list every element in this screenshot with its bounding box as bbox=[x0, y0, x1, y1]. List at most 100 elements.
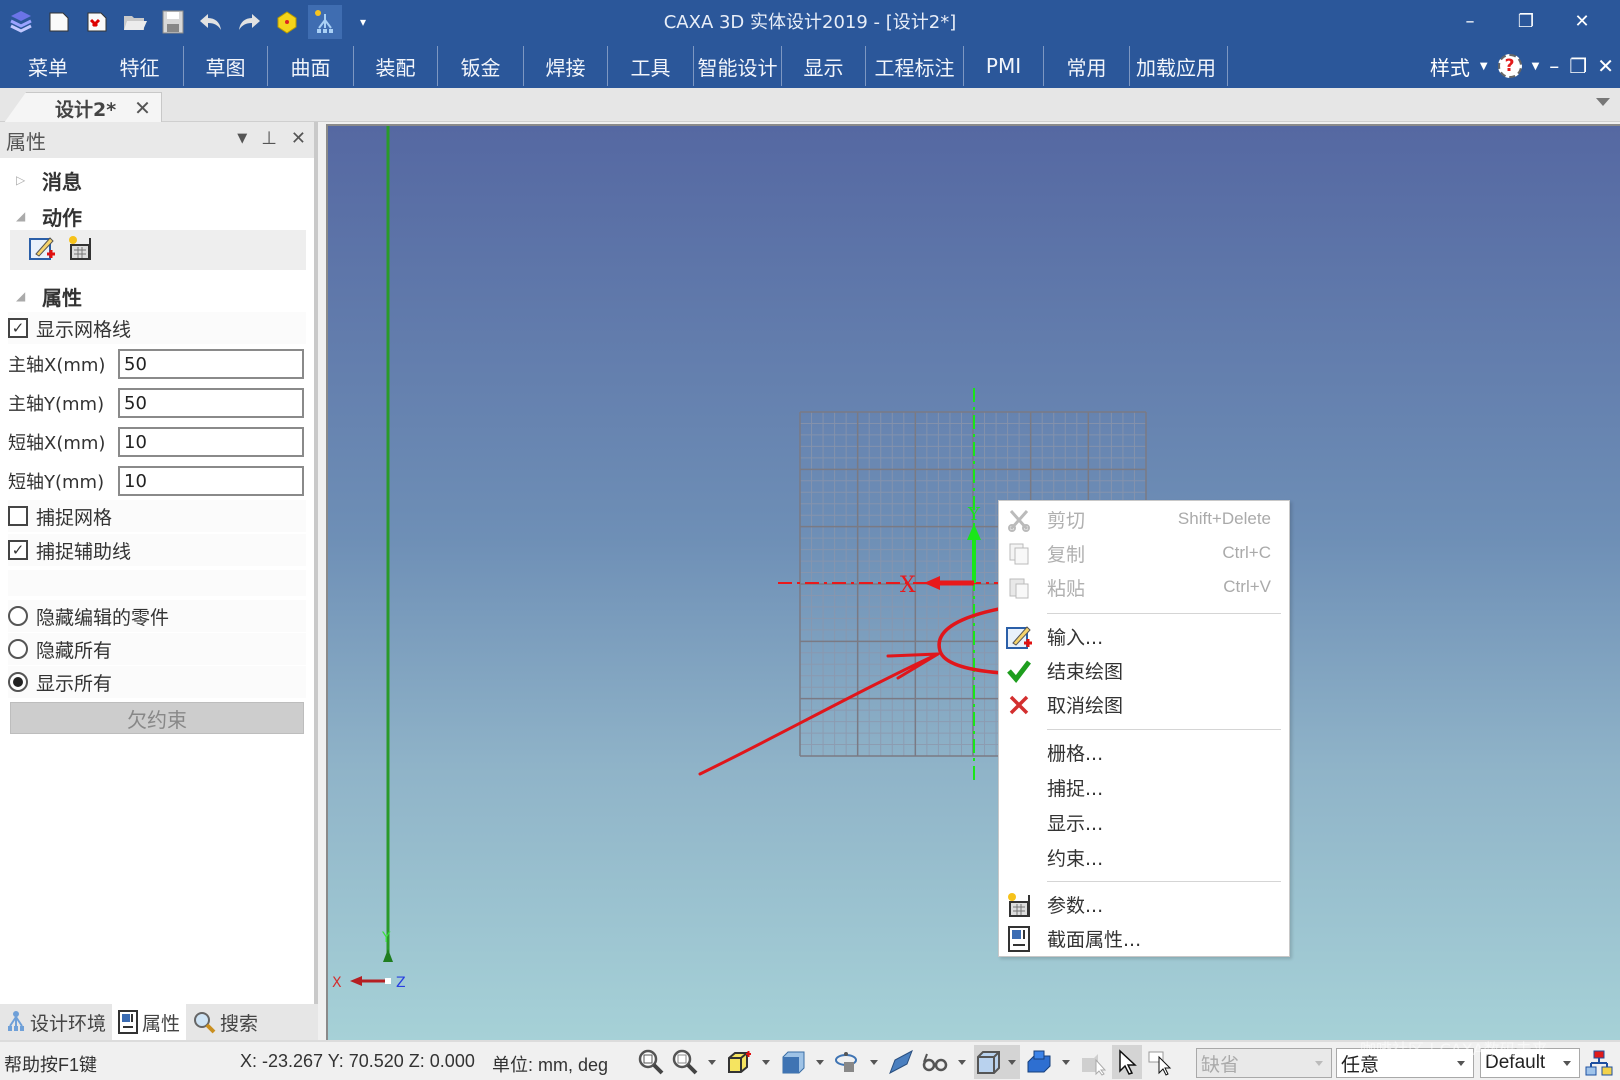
section-view-button[interactable] bbox=[886, 1045, 916, 1079]
close-button[interactable]: ✕ bbox=[1554, 4, 1610, 38]
new-drawing-button[interactable] bbox=[80, 5, 114, 39]
snap-grid-row[interactable]: 捕捉网格 bbox=[8, 500, 306, 532]
show-grid-checkbox[interactable]: ✓ bbox=[8, 318, 28, 338]
hide-all-radio[interactable] bbox=[8, 639, 28, 659]
redo-button[interactable] bbox=[232, 5, 266, 39]
major-y-input[interactable] bbox=[118, 388, 304, 418]
design-tree-button[interactable] bbox=[308, 5, 342, 39]
ribbon-tab-welding[interactable]: 焊接 bbox=[524, 46, 608, 86]
show-grid-row[interactable]: ✓ 显示网格线 bbox=[8, 312, 306, 344]
document-tab[interactable]: 设计2* ✕ bbox=[4, 92, 162, 123]
mdi-minimize-button[interactable]: – bbox=[1549, 54, 1559, 78]
standard-view-button[interactable] bbox=[778, 1045, 808, 1079]
ribbon-tab-tools[interactable]: 工具 bbox=[608, 46, 694, 86]
minimize-button[interactable]: – bbox=[1442, 4, 1498, 38]
component-button[interactable] bbox=[270, 5, 304, 39]
zoom-dropdown-icon[interactable] bbox=[708, 1059, 716, 1065]
input-sketch-action-button[interactable] bbox=[28, 234, 56, 267]
ribbon-tab-sketch[interactable]: 草图 bbox=[184, 46, 268, 86]
help-icon[interactable]: ? bbox=[1497, 54, 1522, 78]
camera-button[interactable] bbox=[832, 1045, 862, 1079]
section-message[interactable]: ▷ 消息 bbox=[16, 164, 82, 196]
panel-dropdown-icon[interactable]: ▼ bbox=[237, 131, 247, 146]
help-caret-icon[interactable]: ▼ bbox=[1532, 61, 1540, 72]
pick-filter-button[interactable] bbox=[1078, 1045, 1108, 1079]
parameters-action-button[interactable] bbox=[66, 234, 94, 267]
snap-guides-checkbox[interactable]: ✓ bbox=[8, 540, 28, 560]
restore-button[interactable]: ❐ bbox=[1498, 4, 1554, 38]
ribbon-tab-surface[interactable]: 曲面 bbox=[268, 46, 354, 86]
glasses-dropdown-icon[interactable] bbox=[958, 1059, 966, 1065]
menu-item-cut[interactable]: 剪切 Shift+Delete bbox=[999, 502, 1289, 536]
ribbon-tab-features[interactable]: 特征 bbox=[96, 46, 184, 86]
tab-design-environment[interactable]: 设计环境 bbox=[0, 1004, 112, 1040]
minor-y-input[interactable] bbox=[118, 466, 304, 496]
panel-close-icon[interactable]: ✕ bbox=[291, 128, 306, 149]
menu-item-input[interactable]: 输入... bbox=[999, 619, 1289, 653]
ribbon-tab-assembly[interactable]: 装配 bbox=[354, 46, 438, 86]
ribbon-tab-pmi[interactable]: PMI bbox=[964, 46, 1044, 86]
menu-item-label: 输入... bbox=[1047, 626, 1104, 649]
menu-item-copy[interactable]: 复制 Ctrl+C bbox=[999, 536, 1289, 570]
section-properties[interactable]: ◢ 属性 bbox=[16, 280, 82, 312]
display-mode-dropdown-icon[interactable] bbox=[1062, 1059, 1070, 1065]
mdi-close-button[interactable]: ✕ bbox=[1597, 54, 1614, 78]
major-x-input[interactable] bbox=[118, 349, 304, 379]
select-pointer-button[interactable] bbox=[1112, 1045, 1142, 1079]
minor-x-input[interactable] bbox=[118, 427, 304, 457]
ribbon-tab-load-apps[interactable]: 加载应用 bbox=[1130, 46, 1228, 86]
zoom-window-button[interactable] bbox=[670, 1045, 700, 1079]
ribbon-tab-common[interactable]: 常用 bbox=[1044, 46, 1130, 86]
undo-button[interactable] bbox=[194, 5, 228, 39]
show-all-radio[interactable] bbox=[8, 672, 28, 692]
box-select-button[interactable] bbox=[1146, 1045, 1176, 1079]
menu-item-snap[interactable]: 捕捉... bbox=[999, 770, 1289, 804]
hide-edited-parts-label: 隐藏编辑的零件 bbox=[36, 606, 170, 629]
tab-search[interactable]: 搜索 bbox=[186, 1004, 264, 1040]
hide-edited-parts-row[interactable]: 隐藏编辑的零件 bbox=[8, 600, 306, 632]
view-point-dropdown-icon[interactable] bbox=[762, 1059, 770, 1065]
menu-item-finish-sketch[interactable]: 结束绘图 bbox=[999, 653, 1289, 687]
menu-item-section-properties[interactable]: 截面属性... bbox=[999, 921, 1289, 955]
style-caret-icon[interactable]: ▼ bbox=[1480, 61, 1488, 72]
network-button[interactable] bbox=[1584, 1046, 1614, 1080]
save-button[interactable] bbox=[156, 5, 190, 39]
menu-item-paste[interactable]: 粘贴 Ctrl+V bbox=[999, 570, 1289, 604]
close-tab-icon[interactable]: ✕ bbox=[134, 96, 151, 120]
display-mode-button[interactable] bbox=[1024, 1045, 1054, 1079]
ribbon-tab-annotation[interactable]: 工程标注 bbox=[866, 46, 964, 86]
snap-guides-row[interactable]: ✓ 捕捉辅助线 bbox=[8, 534, 306, 566]
tab-properties[interactable]: 属性 bbox=[112, 1004, 187, 1040]
render-style-button[interactable] bbox=[974, 1045, 1020, 1079]
mdi-restore-button[interactable]: ❐ bbox=[1569, 54, 1587, 78]
menu-item-display[interactable]: 显示... bbox=[999, 805, 1289, 839]
app-logo-button[interactable] bbox=[4, 5, 38, 39]
customize-qat-button[interactable]: ▾ bbox=[346, 5, 380, 39]
new-file-button[interactable] bbox=[42, 5, 76, 39]
menu-item-cancel-sketch[interactable]: 取消绘图 bbox=[999, 687, 1289, 721]
ribbon-tab-display[interactable]: 显示 bbox=[782, 46, 866, 86]
filter-combo[interactable]: 缺省 bbox=[1196, 1048, 1332, 1078]
hide-edited-parts-radio[interactable] bbox=[8, 606, 28, 626]
menu-item-grid[interactable]: 栅格... bbox=[999, 735, 1289, 769]
menu-item-constraint[interactable]: 约束... bbox=[999, 840, 1289, 874]
view-point-button[interactable] bbox=[724, 1045, 754, 1079]
3d-viewport[interactable]: Y X Y X Z bbox=[326, 124, 1620, 1040]
tab-list-dropdown-icon[interactable] bbox=[1596, 98, 1610, 106]
glasses-button[interactable] bbox=[920, 1045, 950, 1079]
ribbon-tab-smart-design[interactable]: 智能设计 bbox=[694, 46, 782, 86]
section-action[interactable]: ◢ 动作 bbox=[16, 200, 82, 232]
open-button[interactable] bbox=[118, 5, 152, 39]
zoom-all-button[interactable] bbox=[636, 1045, 666, 1079]
style-menu[interactable]: 样式 bbox=[1430, 52, 1470, 81]
ribbon-tab-menu[interactable]: 菜单 bbox=[0, 46, 96, 86]
snap-grid-checkbox[interactable] bbox=[8, 506, 28, 526]
show-all-row[interactable]: 显示所有 bbox=[8, 666, 306, 698]
menu-item-parameters[interactable]: 参数... bbox=[999, 887, 1289, 921]
underconstrained-button[interactable]: 欠约束 bbox=[10, 702, 304, 734]
pin-icon[interactable]: ⊥ bbox=[261, 128, 277, 149]
ribbon-tab-sheet-metal[interactable]: 钣金 bbox=[438, 46, 524, 86]
camera-dropdown-icon[interactable] bbox=[870, 1059, 878, 1065]
standard-view-dropdown-icon[interactable] bbox=[816, 1059, 824, 1065]
hide-all-row[interactable]: 隐藏所有 bbox=[8, 633, 306, 665]
